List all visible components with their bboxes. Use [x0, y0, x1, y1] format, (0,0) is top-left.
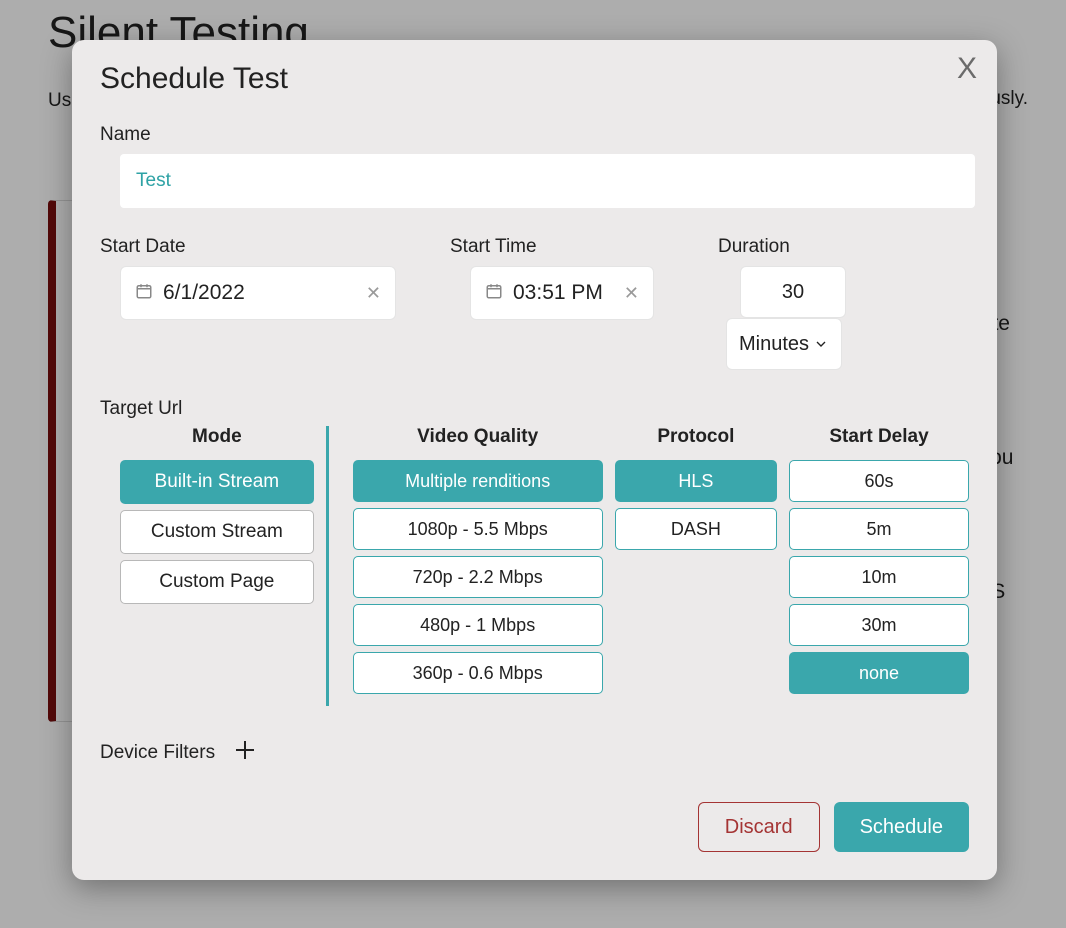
mode-option[interactable]: Custom Stream — [120, 510, 314, 554]
discard-button[interactable]: Discard — [698, 802, 820, 852]
target-url-grid: Mode Built-in Stream Custom Stream Custom … — [100, 426, 969, 706]
mode-header: Mode — [120, 426, 314, 448]
start-time-label: Start Time — [450, 236, 718, 258]
start-delay-option[interactable]: none — [789, 652, 969, 694]
column-start-delay: Start Delay 60s 5m 10m 30m none — [777, 426, 969, 706]
video-quality-option[interactable]: 720p - 2.2 Mbps — [353, 556, 603, 598]
video-quality-option[interactable]: Multiple renditions — [353, 460, 603, 502]
start-delay-option[interactable]: 10m — [789, 556, 969, 598]
duration-unit-value: Minutes — [739, 333, 809, 356]
schedule-test-modal: X Schedule Test Name Start Date 6/1/2022… — [72, 40, 997, 880]
mode-option[interactable]: Built-in Stream — [120, 460, 314, 504]
video-quality-header: Video Quality — [353, 426, 603, 448]
video-quality-option[interactable]: 360p - 0.6 Mbps — [353, 652, 603, 694]
modal-title: Schedule Test — [100, 62, 969, 96]
start-delay-option[interactable]: 5m — [789, 508, 969, 550]
start-date-label: Start Date — [100, 236, 450, 258]
name-input[interactable] — [120, 154, 975, 208]
protocol-header: Protocol — [615, 426, 777, 448]
add-filter-button[interactable] — [233, 738, 257, 767]
device-filters-label: Device Filters — [100, 742, 215, 764]
column-mode: Mode Built-in Stream Custom Stream Custom … — [100, 426, 314, 706]
start-delay-option[interactable]: 60s — [789, 460, 969, 502]
start-delay-option[interactable]: 30m — [789, 604, 969, 646]
target-url-label: Target Url — [100, 398, 969, 420]
start-date-picker[interactable]: 6/1/2022 ✕ — [120, 266, 396, 320]
device-filters-row: Device Filters — [100, 738, 969, 767]
start-date-value: 6/1/2022 — [163, 281, 245, 305]
clear-time-icon[interactable]: ✕ — [624, 283, 639, 304]
duration-label: Duration — [718, 236, 969, 258]
protocol-option[interactable]: HLS — [615, 460, 777, 502]
video-quality-option[interactable]: 480p - 1 Mbps — [353, 604, 603, 646]
duration-value-input[interactable]: 30 — [740, 266, 846, 318]
chevron-down-icon — [813, 336, 829, 352]
close-button[interactable]: X — [957, 54, 977, 84]
modal-footer: Discard Schedule — [698, 802, 969, 852]
mode-option[interactable]: Custom Page — [120, 560, 314, 604]
calendar-icon — [135, 282, 153, 305]
calendar-icon — [485, 282, 503, 305]
start-delay-header: Start Delay — [789, 426, 969, 448]
clear-date-icon[interactable]: ✕ — [366, 283, 381, 304]
column-video-quality: Video Quality Multiple renditions 1080p -… — [326, 426, 603, 706]
column-protocol: Protocol HLS DASH — [603, 426, 777, 706]
schedule-button[interactable]: Schedule — [834, 802, 969, 852]
start-time-picker[interactable]: 03:51 PM ✕ — [470, 266, 654, 320]
name-label: Name — [100, 124, 969, 146]
protocol-option[interactable]: DASH — [615, 508, 777, 550]
start-time-value: 03:51 PM — [513, 281, 603, 305]
duration-unit-select[interactable]: Minutes — [726, 318, 842, 370]
video-quality-option[interactable]: 1080p - 5.5 Mbps — [353, 508, 603, 550]
